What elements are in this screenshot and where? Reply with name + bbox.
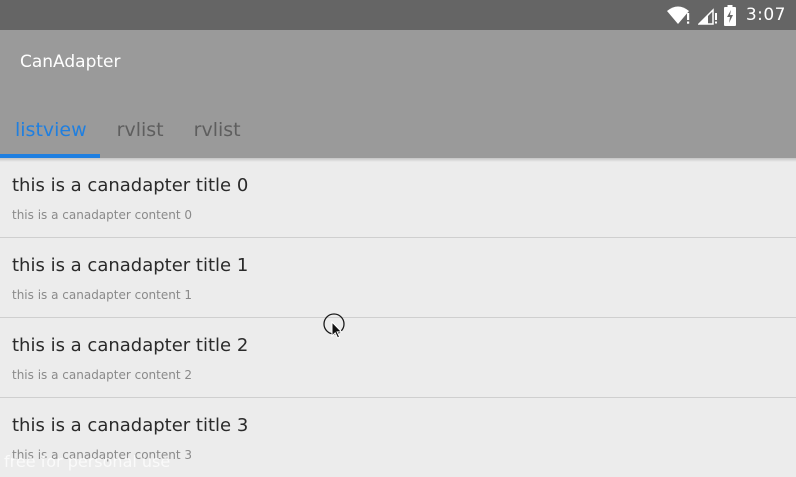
item-title: this is a canadapter title 0 [12, 175, 249, 196]
tab-bar: listview rvlist rvlist [0, 102, 256, 158]
tab-rvlist-2[interactable]: rvlist [179, 102, 256, 158]
item-content: this is a canadapter content 2 [12, 368, 193, 382]
app-bar: CanAdapter listview rvlist rvlist [0, 30, 796, 158]
tab-rvlist[interactable]: rvlist [102, 102, 179, 158]
item-content: this is a canadapter content 1 [12, 288, 193, 302]
status-icons: 3:07 [666, 0, 786, 30]
tab-label: rvlist [193, 119, 241, 141]
item-content: this is a canadapter content 0 [12, 208, 193, 222]
list-item[interactable]: this is a canadapter title 2 this is a c… [0, 318, 796, 398]
wifi-icon [666, 5, 692, 25]
list-item[interactable]: this is a canadapter title 1 this is a c… [0, 238, 796, 318]
status-time: 3:07 [745, 5, 786, 25]
item-title: this is a canadapter title 1 [12, 255, 249, 276]
item-title: this is a canadapter title 3 [12, 415, 249, 436]
list-view[interactable]: this is a canadapter title 0 this is a c… [0, 158, 796, 477]
app-title: CanAdapter [20, 52, 121, 72]
status-bar: 3:07 [0, 0, 796, 30]
list-item[interactable]: this is a canadapter title 0 this is a c… [0, 158, 796, 238]
item-title: this is a canadapter title 2 [12, 335, 249, 356]
mouse-cursor-icon [323, 313, 347, 341]
battery-charging-icon [723, 4, 736, 26]
tab-label: rvlist [116, 119, 164, 141]
watermark: free for personal use [4, 452, 171, 471]
tab-listview[interactable]: listview [0, 102, 102, 158]
app-bar-shadow [0, 158, 796, 162]
signal-icon [697, 5, 718, 25]
app-screen: 3:07 CanAdapter listview rvlist rvlist t… [0, 0, 796, 477]
tab-label: listview [15, 119, 87, 141]
